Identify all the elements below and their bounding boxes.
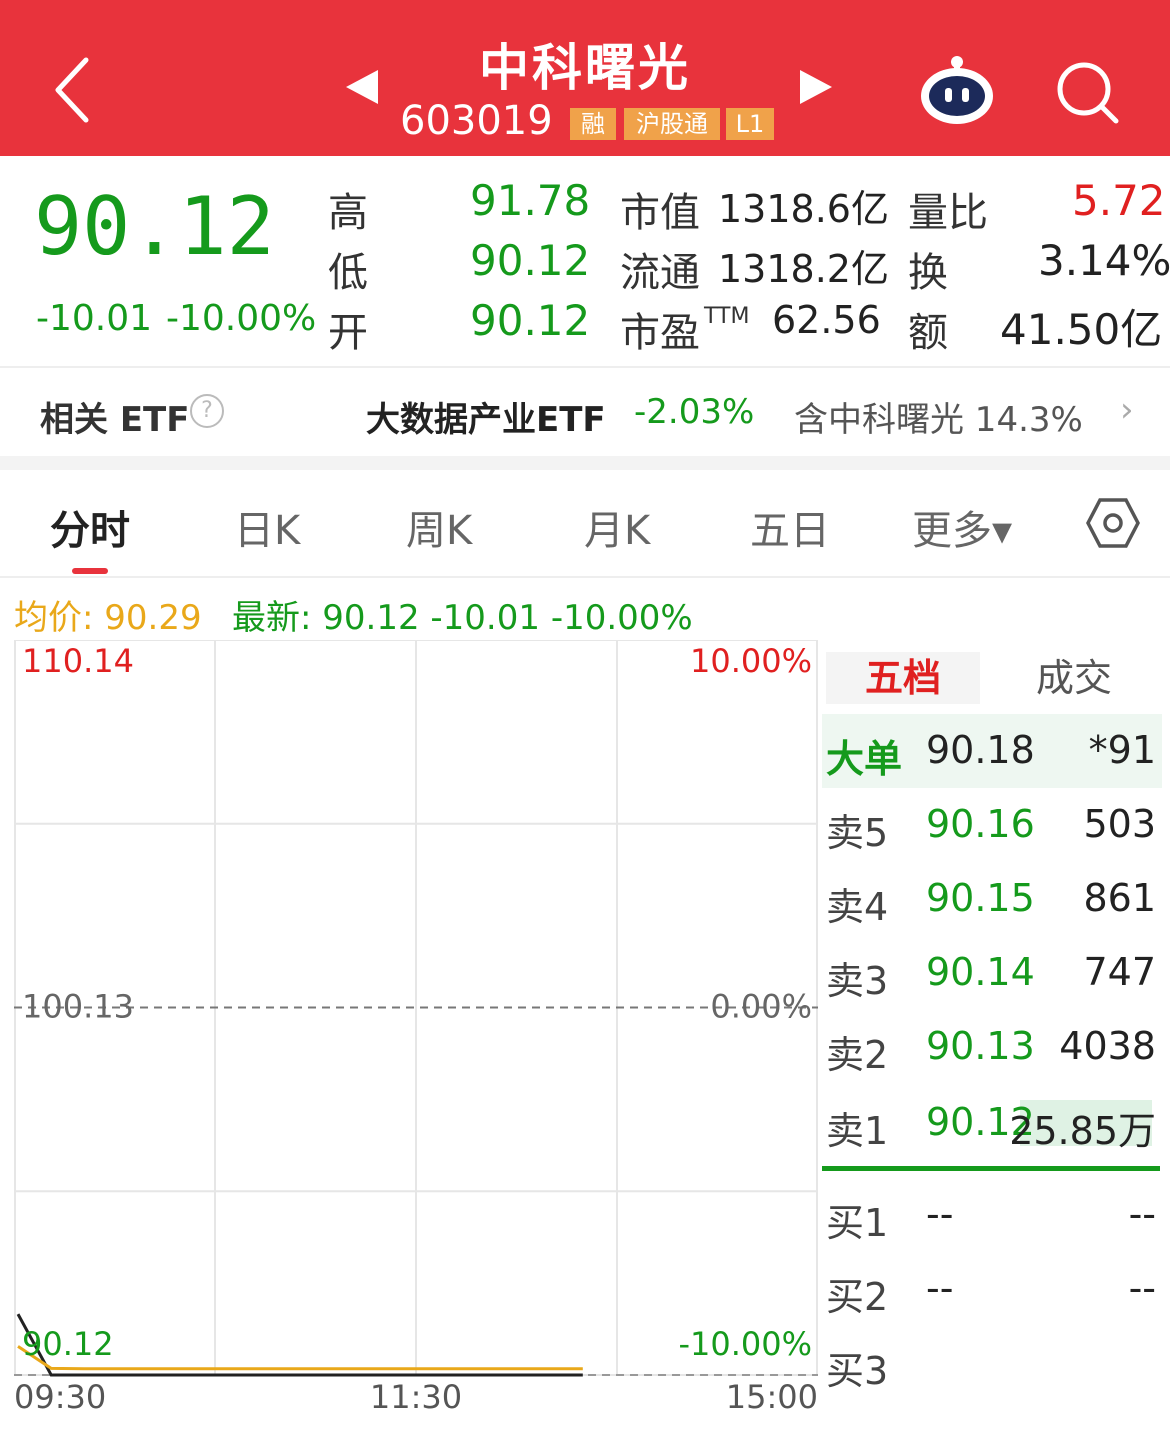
y-tick-right: -10.00% xyxy=(678,1325,812,1363)
tab-monthly-k[interactable]: 月K xyxy=(584,498,650,556)
big-order-label: 大单 xyxy=(826,737,903,781)
sell-row[interactable]: 卖2 90.13 4038 xyxy=(826,1018,1156,1078)
search-icon xyxy=(1057,62,1119,124)
tab-five-day[interactable]: 五日 xyxy=(750,498,830,556)
robot-icon xyxy=(921,56,993,124)
connect-tag: 沪股通 xyxy=(624,108,720,140)
pe-ttm-label: TTM xyxy=(704,304,750,329)
tab-intraday[interactable]: 分时 xyxy=(50,498,130,556)
sell-vol: 503 xyxy=(1083,802,1156,846)
buy-row[interactable]: 买3 xyxy=(826,1334,1156,1394)
x-tick: 09:30 xyxy=(14,1378,106,1410)
book-divider xyxy=(822,1166,1160,1171)
buy-price: -- xyxy=(926,1266,954,1310)
buy-label: 买1 xyxy=(826,1201,889,1245)
buy-vol: -- xyxy=(1128,1266,1156,1310)
mktcap-value: 1318.6亿 xyxy=(718,187,889,231)
buy-price: -- xyxy=(926,1192,954,1236)
sell-label: 卖4 xyxy=(826,885,889,929)
sell-label: 卖1 xyxy=(826,1109,889,1153)
stock-code: 603019 xyxy=(400,98,553,144)
search-button[interactable] xyxy=(1050,55,1126,131)
level-tag: L1 xyxy=(726,108,774,140)
avg-price-readout: 均价: 90.29 xyxy=(14,598,202,638)
sell-vol: 4038 xyxy=(1059,1024,1156,1068)
open-label: 开 xyxy=(328,310,368,356)
sell-vol: 747 xyxy=(1083,950,1156,994)
help-icon[interactable]: ? xyxy=(190,394,224,428)
tab-trades[interactable]: 成交 xyxy=(990,652,1158,704)
price-change-pct: -10.00% xyxy=(166,298,317,339)
chevron-right-icon: › xyxy=(1120,390,1134,430)
low-label: 低 xyxy=(328,250,368,296)
turnover-value: 3.14% xyxy=(1038,236,1170,285)
assistant-button[interactable] xyxy=(916,52,998,126)
amount-label: 额 xyxy=(908,310,948,356)
high-value: 91.78 xyxy=(470,176,591,225)
latest-price-readout: 最新: 90.12 -10.01 -10.00% xyxy=(232,598,693,638)
x-tick: 11:30 xyxy=(370,1378,462,1410)
high-label: 高 xyxy=(328,190,368,236)
sell-vol: 25.85万 xyxy=(1009,1109,1156,1153)
margin-tag: 融 xyxy=(570,108,616,140)
sell-vol: 861 xyxy=(1083,876,1156,920)
buy-label: 买2 xyxy=(826,1275,889,1319)
float-label: 流通 xyxy=(620,250,700,296)
price-change: -10.01 xyxy=(36,298,153,339)
float-value: 1318.2亿 xyxy=(718,247,889,291)
big-order-vol: *91 xyxy=(1088,728,1156,772)
sell-price: 90.13 xyxy=(926,1024,1035,1068)
y-tick-right: 0.00% xyxy=(710,988,812,1026)
big-order-price: 90.18 xyxy=(926,728,1035,772)
pe-value: 62.56 xyxy=(772,298,881,342)
y-tick-left: 100.13 xyxy=(22,988,134,1026)
sell-price: 90.15 xyxy=(926,876,1035,920)
active-tab-indicator xyxy=(72,568,108,574)
sell-price: 90.16 xyxy=(926,802,1035,846)
divider xyxy=(0,576,1170,578)
etf-holding: 含中科曙光 14.3% xyxy=(794,400,1083,440)
mktcap-label: 市值 xyxy=(620,190,700,236)
intraday-chart[interactable]: 110.14 100.13 90.12 10.00% 0.00% -10.00% 09:30… xyxy=(14,639,818,1416)
buy-label: 买3 xyxy=(826,1349,889,1393)
section-divider xyxy=(0,456,1170,470)
big-order-row[interactable]: 大单 90.18 *91 xyxy=(826,722,1156,782)
y-tick-left: 90.12 xyxy=(22,1325,114,1363)
chart-settings-button[interactable] xyxy=(1086,496,1140,550)
y-tick-right: 10.00% xyxy=(690,642,812,680)
volratio-label: 量比 xyxy=(908,190,988,236)
volratio-value: 5.72 xyxy=(1072,176,1166,225)
low-value: 90.12 xyxy=(470,236,591,285)
x-tick: 15:00 xyxy=(726,1378,818,1410)
tab-five-levels[interactable]: 五档 xyxy=(826,652,980,704)
buy-row[interactable]: 买1 -- -- xyxy=(826,1186,1156,1246)
buy-row[interactable]: 买2 -- -- xyxy=(826,1260,1156,1320)
pe-label: 市盈 xyxy=(620,310,700,356)
tab-weekly-k[interactable]: 周K xyxy=(406,498,472,556)
settings-icon xyxy=(1086,498,1140,548)
sell-row[interactable]: 卖3 90.14 747 xyxy=(826,944,1156,1004)
open-value: 90.12 xyxy=(470,296,591,345)
etf-title: 相关 ETF xyxy=(40,400,190,440)
sell-price: 90.14 xyxy=(926,950,1035,994)
etf-change: -2.03% xyxy=(634,392,755,432)
sell-row[interactable]: 卖5 90.16 503 xyxy=(826,796,1156,856)
tab-more[interactable]: 更多▾ xyxy=(912,498,1012,556)
tab-daily-k[interactable]: 日K xyxy=(234,498,300,556)
y-tick-left: 110.14 xyxy=(22,642,134,680)
sell-label: 卖3 xyxy=(826,959,889,1003)
sell-row[interactable]: 卖1 90.12 25.85万 xyxy=(826,1094,1156,1154)
turnover-label: 换 xyxy=(908,250,948,296)
sell-label: 卖5 xyxy=(826,811,889,855)
intraday-chart-svg: 110.14 100.13 90.12 10.00% 0.00% -10.00% 09:30… xyxy=(14,639,818,1416)
current-price: 90.12 xyxy=(34,180,275,273)
etf-name: 大数据产业ETF xyxy=(366,400,606,440)
amount-value: 41.50亿 xyxy=(1000,305,1163,354)
sell-label: 卖2 xyxy=(826,1033,889,1077)
buy-vol: -- xyxy=(1128,1192,1156,1236)
sell-row[interactable]: 卖4 90.15 861 xyxy=(826,870,1156,930)
